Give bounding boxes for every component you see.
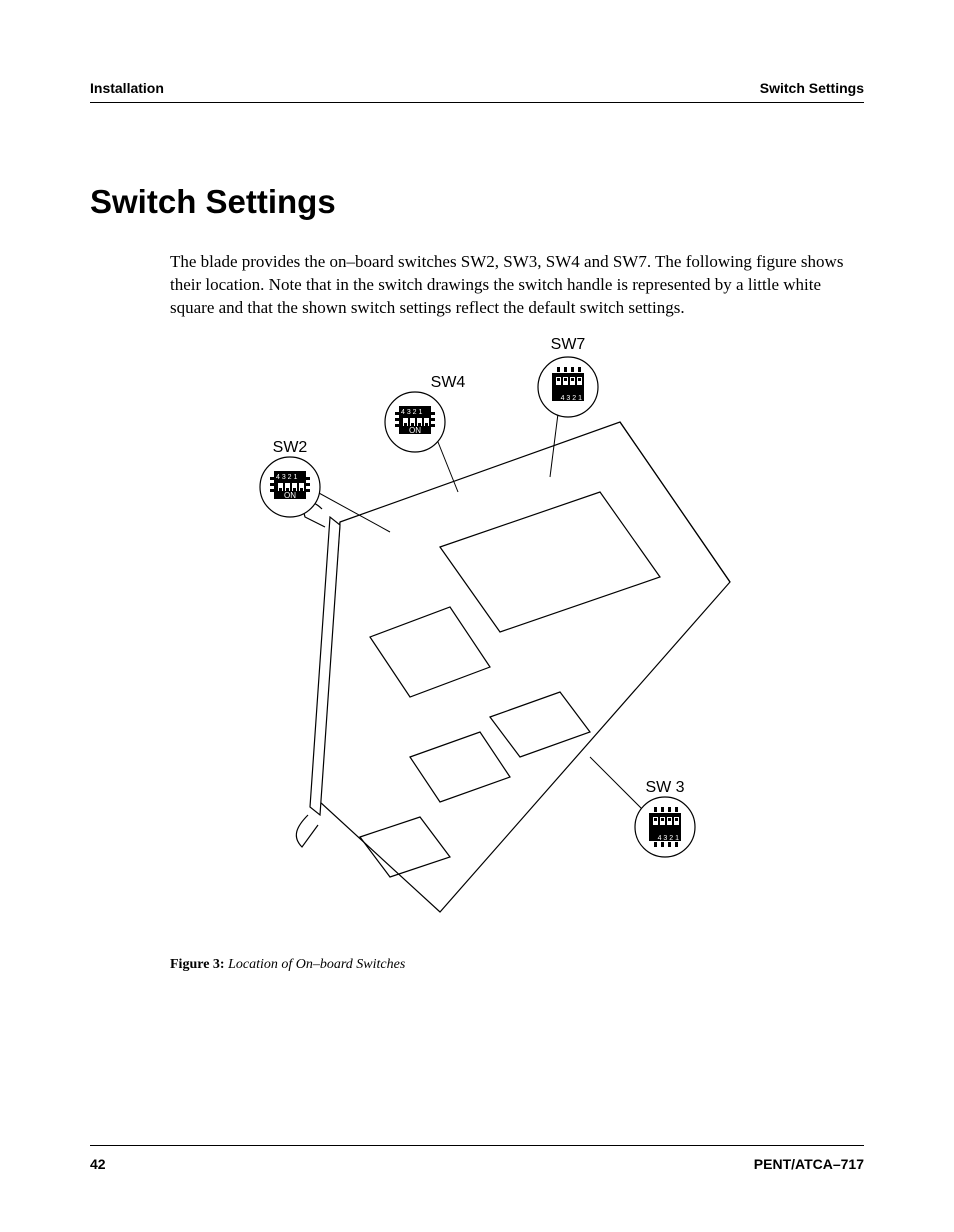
figure-caption-label: Figure 3: [170,957,225,972]
footer-doc-id: PENT/ATCA–717 [754,1156,864,1172]
svg-text:4 3 2 1: 4 3 2 1 [401,409,423,416]
svg-text:ON: ON [640,823,649,835]
footer: 42 PENT/ATCA–717 [90,1145,864,1172]
label-sw7: SW7 [551,337,586,353]
switch-sw3-callout: ON 4 3 2 1 [635,797,695,857]
switch-sw7-callout: ON 4 3 2 1 [538,357,598,417]
svg-text:ON: ON [409,426,421,435]
figure: ON 4 3 2 1 [170,337,770,973]
page-number: 42 [90,1156,106,1172]
figure-caption: Figure 3: Location of On–board Switches [170,957,770,973]
header-right: Switch Settings [760,80,864,96]
svg-text:4 3 2 1: 4 3 2 1 [561,395,583,402]
svg-text:ON: ON [284,491,296,500]
body-paragraph: The blade provides the on–board switches… [170,251,854,320]
running-header: Installation Switch Settings [90,80,864,103]
section-title: Switch Settings [90,183,864,221]
header-left: Installation [90,80,164,96]
svg-text:4 3 2 1: 4 3 2 1 [658,835,680,842]
switch-sw4-callout: 4 3 2 1 ON [385,392,445,452]
svg-text:ON: ON [543,383,552,395]
board-diagram: ON 4 3 2 1 [190,337,750,947]
svg-text:4 3 2 1: 4 3 2 1 [276,474,298,481]
figure-caption-text: Location of On–board Switches [228,957,405,972]
label-sw2: SW2 [273,439,308,456]
switch-sw2-callout: 4 3 2 1 ON [260,457,320,517]
page: Installation Switch Settings Switch Sett… [0,0,954,1232]
label-sw4: SW4 [431,374,466,391]
label-sw3: SW 3 [645,779,684,796]
